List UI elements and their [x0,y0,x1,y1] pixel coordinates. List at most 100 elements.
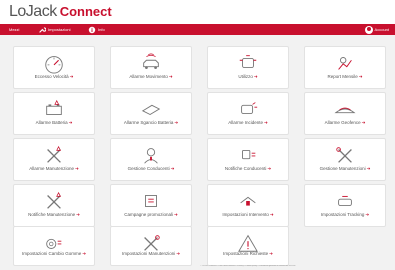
link-arrow-icon: ➜ [170,166,175,171]
nav-label: Impostazioni [48,27,71,32]
tile-label: Eccesso Velocità➜ [14,74,94,80]
tile-label-text: Notifiche Conducenti [224,166,267,171]
tile-car-usage[interactable]: Utilizzo➜ [207,46,289,89]
tile-battery-disconnect[interactable]: Allarme Sgancio Batteria➜ [110,92,192,135]
campaign-icon [145,195,157,207]
tile-geofence[interactable]: Allarme Geofence➜ [304,92,386,135]
tile-tracking[interactable]: Impostazioni Tracking➜ [304,184,386,227]
tile-label-text: Allarme Movimento [129,74,168,79]
intervention-icon [240,196,256,206]
tile-label-text: Allarme Incidente [228,120,263,125]
header: LoJack Connect [0,0,395,24]
tile-label-text: Impostazioni Manutenzioni [121,251,176,256]
tile-label-text: Gestione Manutenzioni [319,166,366,171]
tile-label: Campagne promozionali➜ [111,212,191,218]
tile-tools-settings[interactable]: Impostazioni Manutenzioni➜ [110,226,192,266]
tile-crash[interactable]: Allarme Incidente➜ [207,92,289,135]
tile-label: Allarme Batteria➜ [14,120,94,126]
tile-speedometer[interactable]: Eccesso Velocità➜ [13,46,95,89]
link-arrow-icon: ➜ [358,74,363,79]
info-icon [88,26,96,33]
link-arrow-icon: ➜ [82,251,87,256]
nav-item-mezzi[interactable]: Mezzi [9,24,19,35]
tile-label-text: Impostazioni Cambio Gomme [21,251,82,256]
notification-icon [242,149,256,160]
logo-main-text: LoJack [9,3,57,20]
tile-label: Impostazioni Richieste➜ [208,251,288,257]
tile-label: Notifiche Conducenti➜ [208,166,288,172]
link-arrow-icon: ➜ [174,120,179,125]
crash-icon [241,102,258,115]
nav-item-info[interactable]: Info [88,24,105,35]
nav-label: Info [98,27,105,32]
logo[interactable]: LoJack Connect [9,3,112,21]
tile-label-text: Impostazioni Tracking [320,212,365,217]
tile-campaign[interactable]: Campagne promozionali➜ [110,184,192,227]
link-arrow-icon: ➜ [176,251,181,256]
link-arrow-icon: ➜ [267,166,272,171]
battery-disconnect-icon [141,104,161,116]
link-arrow-icon: ➜ [253,74,258,79]
user-label: Account [374,27,389,32]
link-arrow-icon: ➜ [366,166,371,171]
tile-tools-alarm[interactable]: Allarme Manutenzione➜ [13,138,95,181]
tile-warning[interactable]: Impostazioni Richieste➜ [207,226,289,266]
tile-label-text: Impostazioni Intervento [222,212,269,217]
nav-label: Mezzi [9,27,20,32]
link-arrow-icon: ➜ [168,74,173,79]
tile-label: Impostazioni Tracking➜ [305,212,385,218]
link-arrow-icon: ➜ [264,120,268,125]
tile-label-text: Notifiche Manutenzione [28,212,76,217]
footer-text: © LoJack Connect - Tutti i diritti riser… [200,265,296,267]
driver-icon [144,148,158,164]
tile-label-text: Report Mensile [327,74,358,79]
tile-label-text: Eccesso Velocità [34,74,69,79]
car-usage-icon [239,55,257,69]
link-arrow-icon: ➜ [361,120,366,125]
link-arrow-icon: ➜ [75,166,79,171]
link-arrow-icon: ➜ [76,212,80,217]
geofence-icon [334,107,356,114]
tile-notification[interactable]: Notifiche Conducenti➜ [207,138,289,181]
battery-icon [46,99,62,115]
tile-label: Allarme Incidente➜ [208,120,288,126]
tile-label: Gestione Conducenti➜ [111,166,191,172]
tile-tools[interactable]: Gestione Manutenzioni➜ [304,138,386,181]
tile-label-text: Allarme Geofence [324,120,361,125]
tile-label: Impostazioni Intervento➜ [208,212,288,218]
tile-label: Report Mensile➜ [305,74,385,80]
nav-item-impostazioni[interactable]: Impostazioni [38,24,70,35]
tools-notify-icon [47,191,62,209]
tile-label-text: Allarme Manutenzione [29,166,74,171]
tools-alarm-icon [47,145,62,163]
tile-car-alarm[interactable]: Allarme Movimento➜ [110,46,192,89]
tile-label: Allarme Movimento➜ [111,74,191,80]
tile-label: Gestione Manutenzioni➜ [305,166,385,172]
tile-label-text: Impostazioni Richieste [223,251,269,256]
tile-driver[interactable]: Gestione Conducenti➜ [110,138,192,181]
tile-label: Impostazioni Manutenzioni➜ [111,251,191,257]
report-icon [338,57,352,70]
tile-intervention[interactable]: Impostazioni Intervento➜ [207,184,289,227]
tile-label-text: Campagne promozionali [124,212,173,217]
tile-label: Allarme Geofence➜ [305,120,385,126]
tile-label: Utilizzo➜ [208,74,288,80]
tile-label-text: Allarme Sgancio Batteria [123,120,174,125]
tracking-icon [338,195,352,207]
tile-report[interactable]: Report Mensile➜ [304,46,386,89]
tile-label: Notifiche Manutenzione➜ [14,212,94,218]
wrench-icon [39,26,46,33]
tile-label-text: Gestione Conducenti [127,166,170,171]
user-menu[interactable]: Account [364,25,389,34]
avatar [364,25,373,34]
tile-label-text: Utilizzo [238,74,253,79]
tile-battery[interactable]: Allarme Batteria➜ [13,92,95,135]
tools-icon [336,147,352,163]
tile-tire[interactable]: Impostazioni Cambio Gomme➜ [13,226,95,266]
link-arrow-icon: ➜ [269,212,274,217]
tile-tools-notify[interactable]: Notifiche Manutenzione➜ [13,184,95,227]
tile-label: Allarme Manutenzione➜ [14,166,94,172]
footer: © LoJack Connect - Tutti i diritti riser… [200,265,392,268]
link-arrow-icon: ➜ [68,120,73,125]
tile-label-text: Allarme Batteria [35,120,68,125]
